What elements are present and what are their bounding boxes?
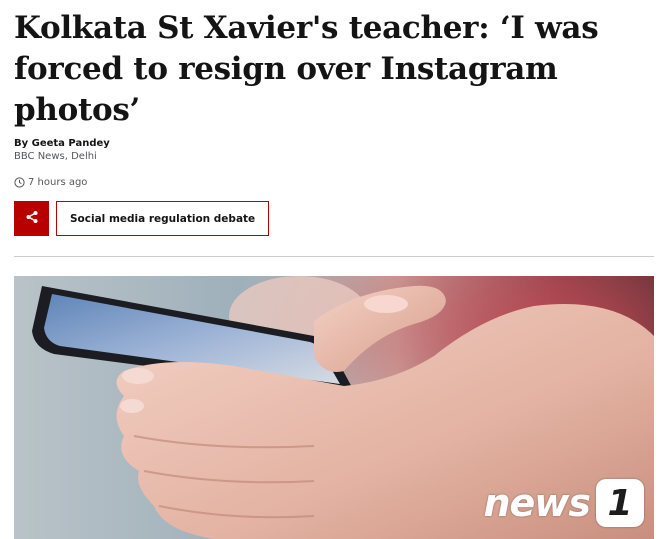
share-icon	[25, 210, 39, 227]
header-divider	[14, 256, 654, 257]
article-timestamp: 7 hours ago	[14, 176, 87, 189]
byline: By Geeta Pandey BBC News, Delhi	[14, 137, 110, 163]
share-button[interactable]	[14, 201, 49, 236]
watermark-badge: 1	[596, 479, 644, 527]
topic-tag-button[interactable]: Social media regulation debate	[56, 201, 270, 236]
watermark-badge-number: 1	[607, 482, 633, 524]
timestamp-text: 7 hours ago	[28, 177, 88, 188]
byline-organisation: BBC News, Delhi	[14, 151, 97, 162]
clock-icon	[14, 177, 25, 188]
article-headline: Kolkata St Xavier's teacher: ‘I was forc…	[14, 10, 599, 128]
news1-watermark: news 1	[483, 479, 644, 527]
watermark-text: news	[483, 481, 591, 525]
byline-author[interactable]: By Geeta Pandey	[14, 137, 110, 150]
hero-image: news 1	[14, 276, 654, 539]
